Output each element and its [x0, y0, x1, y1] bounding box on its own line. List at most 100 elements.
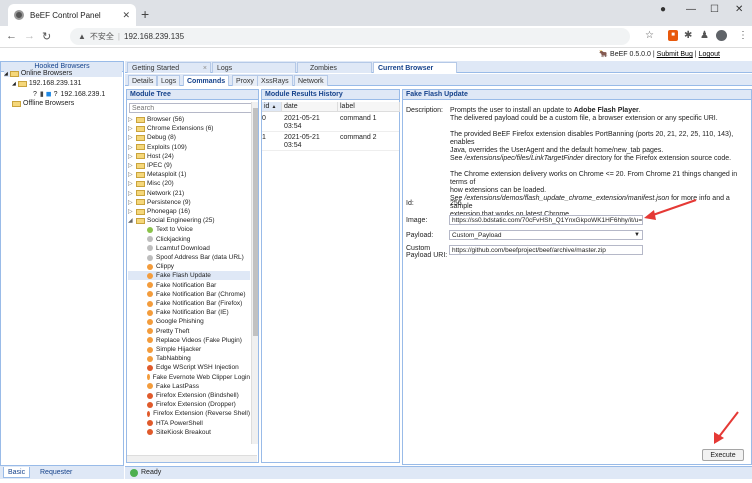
close-icon[interactable]: × — [203, 63, 207, 74]
browser-tab[interactable]: BeEF Control Panel ✕ — [8, 4, 136, 26]
tree-module-item[interactable]: Fake Notification Bar — [128, 281, 250, 290]
reload-icon[interactable]: ↻ — [42, 30, 51, 43]
tree-module-item[interactable]: Fake Notification Bar (Firefox) — [128, 299, 250, 308]
tree-category[interactable]: ▷ Debug (8) — [128, 133, 250, 142]
id-label: Id: — [406, 200, 414, 207]
expand-arrow-icon[interactable]: ▷ — [128, 134, 136, 141]
tree-module-item[interactable]: Clickjacking — [128, 235, 250, 244]
tree-module-item[interactable]: Firefox Extension (Dropper) — [128, 400, 250, 409]
extension-icon[interactable]: ■ — [668, 30, 678, 41]
tree-category[interactable]: ▷ Metasploit (1) — [128, 170, 250, 179]
requester-tab[interactable]: Requester — [36, 467, 76, 478]
results-header-id[interactable]: id ▲ — [262, 102, 282, 112]
tree-module-item[interactable]: SiteKiosk Breakout — [128, 428, 250, 437]
image-url-input[interactable]: https://ss0.bdstatic.com/70cFvHSh_Q1YnxG… — [449, 215, 643, 225]
new-tab-button[interactable]: + — [141, 6, 149, 22]
table-row[interactable] — [262, 132, 399, 151]
tree-module-item[interactable]: Simple Hijacker — [128, 345, 250, 354]
expand-arrow-icon[interactable]: ▷ — [128, 171, 136, 178]
expand-arrow-icon[interactable]: ▷ — [128, 116, 136, 123]
tree-category[interactable]: ▷ Network (21) — [128, 189, 250, 198]
tree-category-label: Network (21) — [147, 189, 185, 197]
tree-category[interactable]: ▷ Browser (56) — [128, 115, 250, 124]
results-header-label[interactable]: label — [338, 102, 400, 112]
module-tree-hscrollbar[interactable] — [127, 455, 257, 462]
tree-module-item[interactable]: Fake Flash Update — [128, 271, 250, 281]
bookmark-star-icon[interactable]: ☆ — [645, 30, 654, 41]
forward-icon[interactable]: → — [24, 30, 35, 42]
tree-module-item[interactable]: Clippy — [128, 262, 250, 271]
tab-logs[interactable]: Logs — [212, 62, 296, 73]
results-header-date[interactable]: date — [282, 102, 338, 112]
close-window-icon[interactable]: ✕ — [735, 4, 743, 15]
tree-module-item[interactable]: TabNabbing — [128, 354, 250, 363]
subtab-logs[interactable]: Logs — [157, 75, 181, 86]
expand-arrow-icon[interactable]: ▷ — [128, 162, 136, 169]
subtab-commands[interactable]: Commands — [183, 75, 230, 86]
tree-module-item[interactable]: Google Phishing — [128, 317, 250, 326]
scrollbar-thumb[interactable] — [253, 108, 258, 336]
tree-category[interactable]: ▷ Persistence (9) — [128, 198, 250, 207]
tab-zombies[interactable]: Zombies — [297, 62, 372, 73]
hooked-browser-node[interactable]: ? ▮ ◼ ? 192.168.239.1 — [33, 90, 105, 99]
profile-icon[interactable]: ● — [660, 4, 666, 15]
module-search-input[interactable] — [129, 103, 255, 113]
host-node[interactable]: ◢ 192.168.239.131 — [12, 80, 81, 87]
basic-tab[interactable]: Basic — [3, 467, 31, 478]
tree-module-item[interactable]: Replace Videos (Fake Plugin) — [128, 336, 250, 345]
payload-select[interactable]: Custom_Payload ▼ — [449, 230, 643, 240]
address-bar[interactable]: ▲ 不安全 | 192.168.239.135 — [70, 28, 630, 45]
tree-module-item[interactable]: Text to Voice — [128, 225, 250, 234]
tree-module-item[interactable]: Spoof Address Bar (data URL) — [128, 253, 250, 262]
back-icon[interactable]: ← — [6, 30, 17, 42]
tree-category[interactable]: ◢ Social Engineering (25) — [128, 216, 250, 225]
custom-payload-uri-input[interactable]: https://github.com/beefproject/beef/arch… — [449, 245, 643, 255]
tree-category[interactable]: ▷ Misc (20) — [128, 179, 250, 188]
subtab-network[interactable]: Network — [294, 75, 328, 86]
expand-arrow-icon[interactable]: ▷ — [128, 153, 136, 160]
expand-arrow-icon[interactable]: ▷ — [128, 180, 136, 187]
tree-module-item[interactable]: Pretty Theft — [128, 327, 250, 336]
avatar[interactable] — [716, 30, 727, 41]
tree-category[interactable]: ▷ IPEC (9) — [128, 161, 250, 170]
menu-dots-icon[interactable]: ⋮ — [738, 30, 748, 41]
tree-category[interactable]: ▷ Chrome Extensions (6) — [128, 124, 250, 133]
submit-bug-link[interactable]: Submit Bug — [657, 51, 693, 58]
subtab-proxy[interactable]: Proxy — [232, 75, 258, 86]
tree-module-item[interactable]: Firefox Extension (Bindshell) — [128, 391, 250, 400]
tree-module-item[interactable]: Lcamtuf Download — [128, 244, 250, 253]
expand-arrow-icon[interactable]: ▷ — [128, 125, 136, 132]
logout-link[interactable]: Logout — [699, 51, 720, 58]
subtab-xssrays[interactable]: XssRays — [257, 75, 293, 86]
expand-arrow-icon[interactable]: ▷ — [128, 190, 136, 197]
tree-module-item[interactable]: Fake Evernote Web Clipper Login — [128, 373, 250, 382]
expand-arrow-icon[interactable]: ▷ — [128, 144, 136, 151]
online-browsers-node[interactable]: ◢ Online Browsers — [4, 70, 122, 77]
tree-module-item[interactable]: Fake Notification Bar (IE) — [128, 308, 250, 317]
extensions-puzzle-icon[interactable]: ✱ — [684, 30, 692, 41]
tree-module-item[interactable]: Fake Notification Bar (Chrome) — [128, 290, 250, 299]
tree-module-item[interactable]: Firefox Extension (Reverse Shell) — [128, 409, 250, 418]
collapse-arrow-icon[interactable]: ◢ — [128, 217, 136, 224]
subtab-details[interactable]: Details — [128, 75, 158, 86]
tab-getting-started[interactable]: Getting Started × — [127, 62, 211, 73]
module-tree-scrollbar[interactable] — [251, 102, 258, 444]
table-row[interactable] — [262, 113, 399, 132]
tree-module-item[interactable]: HTA PowerShell — [128, 419, 250, 428]
tree-category[interactable]: ▷ Host (24) — [128, 152, 250, 161]
minimize-icon[interactable]: — — [686, 4, 696, 15]
payload-label: Payload: — [406, 232, 434, 239]
maximize-icon[interactable]: ☐ — [710, 4, 719, 15]
tree-module-item[interactable]: Fake LastPass — [128, 382, 250, 391]
tab-current-browser[interactable]: Current Browser — [373, 62, 457, 73]
expand-arrow-icon[interactable]: ▷ — [128, 208, 136, 215]
tree-category[interactable]: ▷ Phonegap (16) — [128, 207, 250, 216]
execute-button[interactable]: Execute — [702, 449, 744, 461]
tree-category-label: Host (24) — [147, 152, 174, 160]
tree-category[interactable]: ▷ Exploits (109) — [128, 143, 250, 152]
account-icon[interactable]: ♟ — [700, 30, 709, 41]
expand-arrow-icon[interactable]: ▷ — [128, 199, 136, 206]
offline-browsers-node[interactable]: Offline Browsers — [12, 100, 74, 107]
close-tab-icon[interactable]: ✕ — [122, 10, 130, 21]
tree-module-item[interactable]: Edge WScript WSH Injection — [128, 363, 250, 372]
